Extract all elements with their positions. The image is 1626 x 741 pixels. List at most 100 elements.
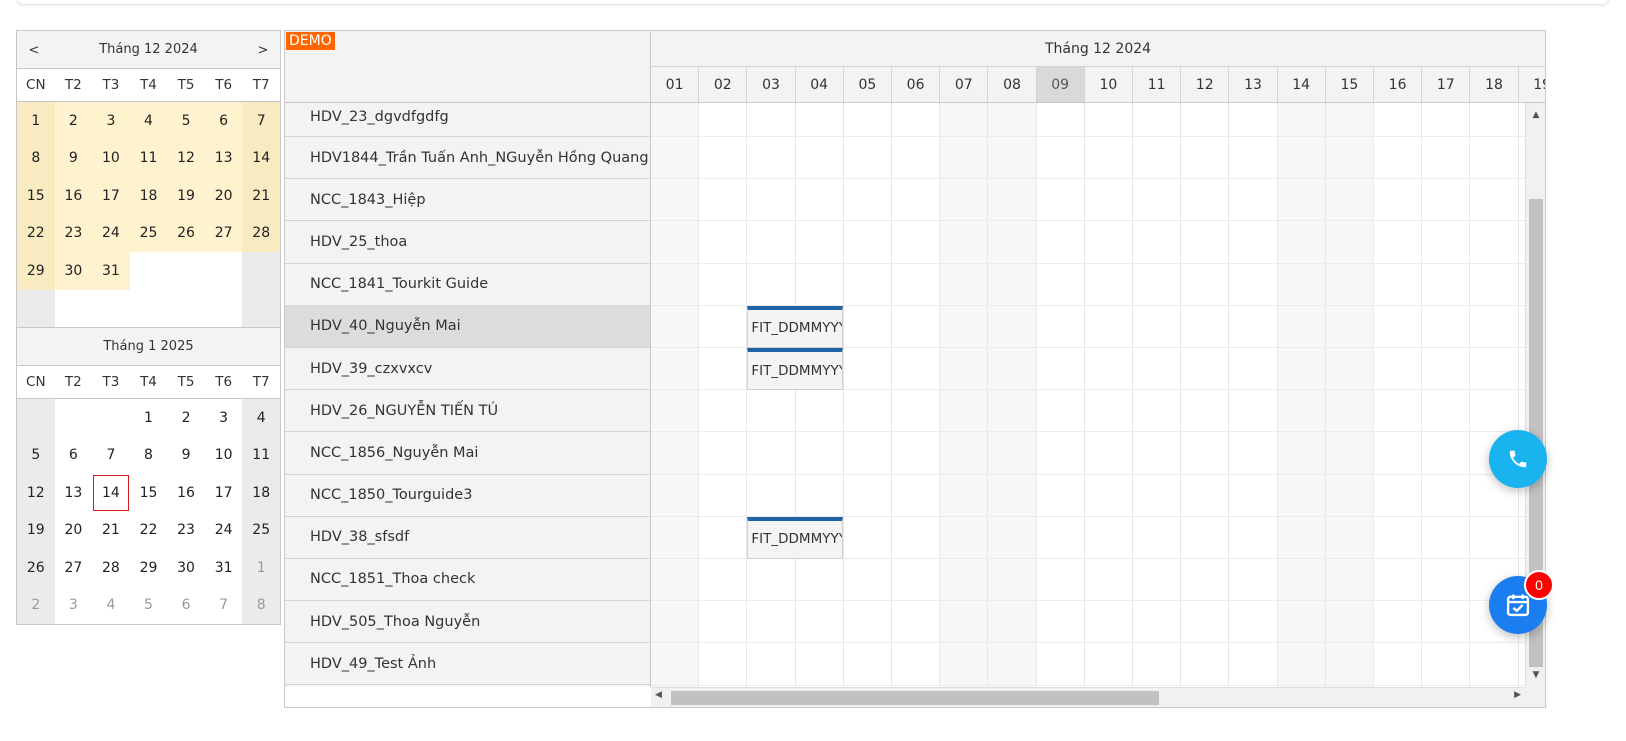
calendar-day-today[interactable]: 14 <box>92 474 130 512</box>
day-header-cell[interactable]: 05 <box>844 67 892 102</box>
day-header-cell[interactable]: 13 <box>1229 67 1278 102</box>
calendar-day[interactable]: 19 <box>167 177 205 215</box>
calendar-day[interactable]: 11 <box>129 139 168 177</box>
calendar-day-next-month[interactable]: 3 <box>55 587 93 625</box>
resource-row[interactable]: NCC_1851_Thoa check <box>285 559 650 602</box>
calendar-day[interactable]: 31 <box>205 549 243 587</box>
calendar-day[interactable]: 22 <box>130 512 168 550</box>
scheduler-grid[interactable]: FIT_DDMMYYYY FIT_DDMMYYYY FIT_DDMMYYYY <box>651 103 1525 687</box>
calendar-day[interactable]: 27 <box>204 214 243 252</box>
day-header-cell[interactable]: 16 <box>1374 67 1423 102</box>
calendar-day[interactable]: 28 <box>242 214 280 252</box>
calendar-day[interactable]: 29 <box>130 549 168 587</box>
calendar-day[interactable]: 21 <box>242 177 280 215</box>
calendar-day[interactable]: 24 <box>92 214 130 252</box>
calendar-day[interactable]: 16 <box>167 474 205 512</box>
calendar-day-next-month[interactable]: 1 <box>242 549 280 587</box>
resource-row[interactable]: NCC_1856_Nguyễn Mai <box>285 432 650 475</box>
calendar-day[interactable]: 20 <box>55 512 93 550</box>
calendar-day[interactable]: 10 <box>92 139 130 177</box>
calendar-day[interactable]: 27 <box>55 549 93 587</box>
calendar-day[interactable]: 2 <box>54 102 93 140</box>
day-header-cell[interactable]: 07 <box>940 67 989 102</box>
scroll-right-arrow-icon[interactable]: ▶ <box>1514 690 1521 700</box>
calendar-day[interactable]: 9 <box>167 437 205 475</box>
horizontal-scroll-thumb[interactable] <box>671 691 1159 705</box>
horizontal-scrollbar[interactable]: ◀ ▶ <box>651 687 1525 707</box>
calendar-day[interactable]: 4 <box>242 399 280 437</box>
resource-row[interactable]: HDV_23_dgvdfgdfg <box>285 103 650 137</box>
calendar-day[interactable]: 20 <box>204 177 243 215</box>
day-header-cell[interactable]: 03 <box>747 67 796 102</box>
resource-row[interactable]: HDV_40_Nguyễn Mai <box>285 305 650 348</box>
calendar-day[interactable]: 19 <box>17 511 55 549</box>
day-header-cell[interactable]: 17 <box>1422 67 1471 102</box>
calendar-day-next-month[interactable]: 8 <box>242 586 280 624</box>
prev-month-button[interactable]: < <box>17 31 51 69</box>
calendar-day[interactable]: 14 <box>242 139 280 177</box>
day-header-cell[interactable]: 15 <box>1326 67 1374 102</box>
calendar-day[interactable]: 24 <box>205 512 243 550</box>
calendar-day[interactable]: 21 <box>92 512 130 550</box>
next-month-button[interactable]: > <box>246 31 280 69</box>
resource-row[interactable]: NCC_1850_Tourguide3 <box>285 475 650 517</box>
calendar-day-next-month[interactable]: 7 <box>205 587 243 625</box>
day-header-cell[interactable]: 04 <box>796 67 844 102</box>
calendar-day[interactable]: 1 <box>130 399 168 437</box>
calendar-day[interactable]: 30 <box>54 252 93 290</box>
calendar-day[interactable]: 6 <box>55 437 93 475</box>
event-block[interactable]: FIT_DDMMYYYY <box>747 305 843 348</box>
calendar-day-next-month[interactable]: 6 <box>167 587 205 625</box>
calendar-day[interactable]: 11 <box>242 436 280 474</box>
calendar-day[interactable]: 10 <box>205 437 243 475</box>
calendar-day[interactable]: 18 <box>242 474 280 512</box>
calendar-day[interactable]: 29 <box>17 252 55 290</box>
calendar-day[interactable]: 18 <box>129 177 168 215</box>
day-header-cell[interactable]: 09 <box>1036 67 1085 102</box>
calendar-day-next-month[interactable]: 2 <box>17 586 55 624</box>
calendar-day[interactable]: 17 <box>92 177 130 215</box>
calendar-day[interactable]: 13 <box>204 139 243 177</box>
calendar-day[interactable]: 28 <box>92 549 130 587</box>
scroll-left-arrow-icon[interactable]: ◀ <box>655 690 662 700</box>
calendar-day[interactable]: 22 <box>17 214 55 252</box>
resource-row[interactable]: HDV_49_Test Ảnh <box>285 643 650 686</box>
calendar-day[interactable]: 6 <box>204 102 243 140</box>
calendar-day[interactable]: 8 <box>17 139 55 177</box>
calendar-day[interactable]: 31 <box>92 252 130 290</box>
calendar-day[interactable]: 2 <box>167 399 205 437</box>
day-header-cell[interactable]: 01 <box>651 67 700 102</box>
day-header-cell[interactable]: 14 <box>1278 67 1326 102</box>
day-header-cell[interactable]: 12 <box>1181 67 1230 102</box>
phone-call-button[interactable] <box>1489 430 1547 488</box>
calendar-day[interactable]: 23 <box>167 512 205 550</box>
calendar-day[interactable]: 16 <box>54 177 93 215</box>
calendar-day[interactable]: 26 <box>17 549 55 587</box>
calendar-day[interactable]: 3 <box>205 399 243 437</box>
event-block[interactable]: FIT_DDMMYYYY <box>747 348 843 390</box>
resource-row[interactable]: NCC_1841_Tourkit Guide <box>285 264 650 306</box>
calendar-day[interactable]: 17 <box>205 474 243 512</box>
resource-row[interactable]: HDV1844_Trần Tuấn Anh_NGuyễn Hồng Quang <box>285 137 650 180</box>
calendar-day[interactable]: 7 <box>92 437 130 475</box>
day-header-cell[interactable]: 11 <box>1133 67 1182 102</box>
calendar-day[interactable]: 7 <box>242 102 280 140</box>
calendar-day[interactable]: 15 <box>130 474 168 512</box>
calendar-day[interactable]: 5 <box>17 436 55 474</box>
day-header-cell[interactable]: 19 <box>1519 67 1545 102</box>
day-header-cell[interactable]: 02 <box>699 67 748 102</box>
resource-row[interactable]: HDV_25_thoa <box>285 221 650 264</box>
calendar-day[interactable]: 12 <box>167 139 205 177</box>
calendar-day[interactable]: 13 <box>55 474 93 512</box>
day-header-cell[interactable]: 06 <box>892 67 941 102</box>
calendar-day[interactable]: 30 <box>167 549 205 587</box>
calendar-day-next-month[interactable]: 4 <box>92 587 130 625</box>
resource-row[interactable]: HDV_38_sfsdf <box>285 517 650 559</box>
scroll-down-arrow-icon[interactable]: ▼ <box>1526 667 1545 683</box>
event-block[interactable]: FIT_DDMMYYYY <box>747 516 843 559</box>
day-header-cell[interactable]: 18 <box>1470 67 1519 102</box>
resource-row[interactable]: NCC_1843_Hiệp <box>285 179 650 222</box>
calendar-day[interactable]: 4 <box>129 102 168 140</box>
day-header-cell[interactable]: 08 <box>988 67 1037 102</box>
calendar-day[interactable]: 26 <box>167 214 205 252</box>
